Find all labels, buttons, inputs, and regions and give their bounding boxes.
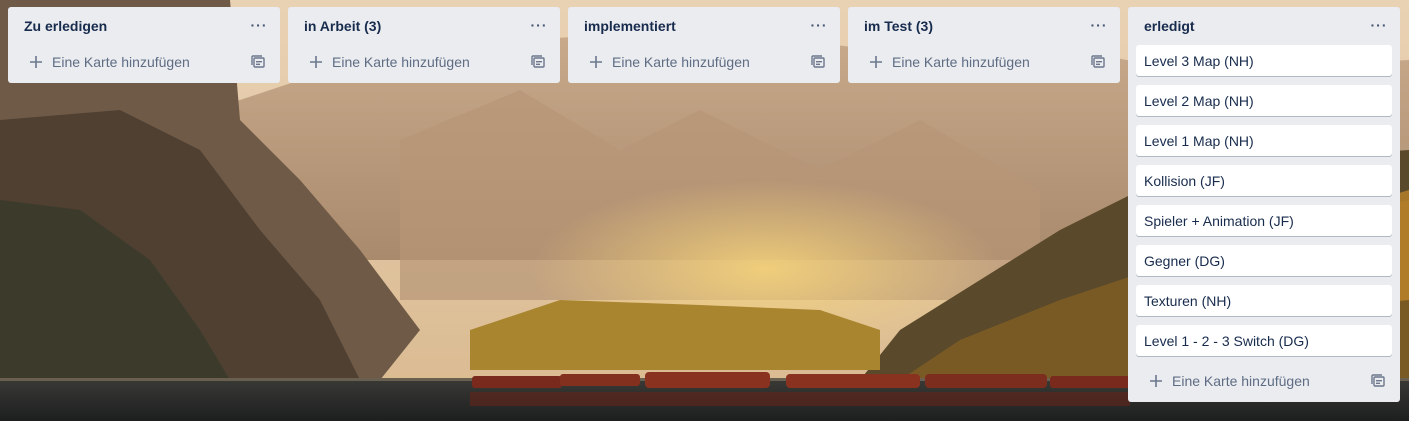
card[interactable]: Level 1 - 2 - 3 Switch (DG) bbox=[1136, 325, 1392, 356]
list-footer: Eine Karte hinzufügen bbox=[288, 45, 560, 83]
card-template-icon[interactable] bbox=[1368, 371, 1388, 391]
plus-icon bbox=[26, 55, 46, 69]
add-card-button[interactable]: Eine Karte hinzufügen bbox=[856, 48, 1076, 76]
card-template-icon[interactable] bbox=[528, 52, 548, 72]
list-header: im Test (3) ··· bbox=[848, 7, 1120, 45]
list-implementiert: implementiert ··· Eine Karte hinzufügen bbox=[568, 7, 840, 83]
card-template-icon[interactable] bbox=[248, 52, 268, 72]
more-horizontal-icon[interactable]: ··· bbox=[1367, 13, 1391, 37]
card[interactable]: Level 3 Map (NH) bbox=[1136, 45, 1392, 76]
list-title[interactable]: in Arbeit (3) bbox=[304, 18, 381, 34]
list-title[interactable]: implementiert bbox=[584, 18, 676, 34]
list-header: Zu erledigen ··· bbox=[8, 7, 280, 45]
add-card-label: Eine Karte hinzufügen bbox=[612, 54, 750, 70]
card[interactable]: Spieler + Animation (JF) bbox=[1136, 205, 1392, 236]
list-footer: Eine Karte hinzufügen bbox=[848, 45, 1120, 83]
card[interactable]: Kollision (JF) bbox=[1136, 165, 1392, 196]
list-title[interactable]: erledigt bbox=[1144, 18, 1195, 34]
plus-icon bbox=[866, 55, 886, 69]
add-card-label: Eine Karte hinzufügen bbox=[892, 54, 1030, 70]
more-horizontal-icon[interactable]: ··· bbox=[1087, 13, 1111, 37]
list-zu-erledigen: Zu erledigen ··· Eine Karte hinzufügen bbox=[8, 7, 280, 83]
add-card-button[interactable]: Eine Karte hinzufügen bbox=[1136, 367, 1356, 395]
more-horizontal-icon[interactable]: ··· bbox=[527, 13, 551, 37]
add-card-label: Eine Karte hinzufügen bbox=[1172, 373, 1310, 389]
card-list: Level 3 Map (NH) Level 2 Map (NH) Level … bbox=[1128, 45, 1400, 356]
add-card-button[interactable]: Eine Karte hinzufügen bbox=[576, 48, 796, 76]
plus-icon bbox=[1146, 374, 1166, 388]
list-header: in Arbeit (3) ··· bbox=[288, 7, 560, 45]
list-header: implementiert ··· bbox=[568, 7, 840, 45]
add-card-button[interactable]: Eine Karte hinzufügen bbox=[296, 48, 516, 76]
list-header: erledigt ··· bbox=[1128, 7, 1400, 45]
add-card-button[interactable]: Eine Karte hinzufügen bbox=[16, 48, 236, 76]
card[interactable]: Gegner (DG) bbox=[1136, 245, 1392, 276]
more-horizontal-icon[interactable]: ··· bbox=[247, 13, 271, 37]
more-horizontal-icon[interactable]: ··· bbox=[807, 13, 831, 37]
card[interactable]: Level 2 Map (NH) bbox=[1136, 85, 1392, 116]
add-card-label: Eine Karte hinzufügen bbox=[52, 54, 190, 70]
list-erledigt: erledigt ··· Level 3 Map (NH) Level 2 Ma… bbox=[1128, 7, 1400, 402]
card-template-icon[interactable] bbox=[1088, 52, 1108, 72]
plus-icon bbox=[306, 55, 326, 69]
list-footer: Eine Karte hinzufügen bbox=[1128, 364, 1400, 402]
list-title[interactable]: im Test (3) bbox=[864, 18, 933, 34]
list-im-test: im Test (3) ··· Eine Karte hinzufügen bbox=[848, 7, 1120, 83]
card[interactable]: Texturen (NH) bbox=[1136, 285, 1392, 316]
card-template-icon[interactable] bbox=[808, 52, 828, 72]
list-title[interactable]: Zu erledigen bbox=[24, 18, 107, 34]
list-footer: Eine Karte hinzufügen bbox=[8, 45, 280, 83]
list-footer: Eine Karte hinzufügen bbox=[568, 45, 840, 83]
card[interactable]: Level 1 Map (NH) bbox=[1136, 125, 1392, 156]
plus-icon bbox=[586, 55, 606, 69]
add-card-label: Eine Karte hinzufügen bbox=[332, 54, 470, 70]
list-in-arbeit: in Arbeit (3) ··· Eine Karte hinzufügen bbox=[288, 7, 560, 83]
